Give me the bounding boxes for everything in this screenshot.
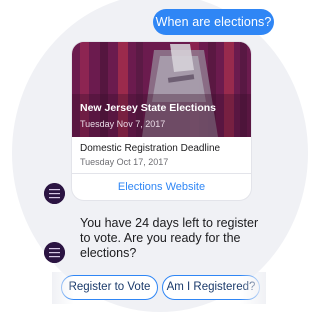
bot-message-line-2: to vote. Are you ready for the: [80, 231, 241, 245]
highland-park-logo: [44, 242, 65, 263]
bot-message-line-1: You have 24 days left to register: [80, 216, 259, 230]
quick-reply-register-to-vote[interactable]: Register to Vote: [61, 275, 158, 300]
bot-avatar: [44, 183, 65, 204]
quick-replies-fade-right: [240, 272, 266, 304]
bot-avatar: [44, 242, 65, 263]
card-hero-image: New Jersey State Elections Tuesday Nov 7…: [72, 42, 251, 137]
deadline-date: Tuesday Oct 17, 2017: [80, 157, 169, 167]
chat-screen: When are elections? New Jersey State Ele…: [0, 0, 320, 325]
election-card: New Jersey State Elections Tuesday Nov 7…: [72, 42, 251, 200]
user-message-bubble: When are elections?: [153, 9, 274, 35]
event-date: Tuesday Nov 7, 2017: [80, 119, 166, 129]
elections-website-link[interactable]: Elections Website: [72, 174, 251, 200]
deadline-title: Domestic Registration Deadline: [80, 143, 221, 154]
bot-message-line-3: elections?: [80, 246, 137, 260]
quick-replies-fade-left: [52, 272, 74, 304]
highland-park-logo: [44, 183, 65, 204]
event-title: New Jersey State Elections: [80, 102, 216, 114]
